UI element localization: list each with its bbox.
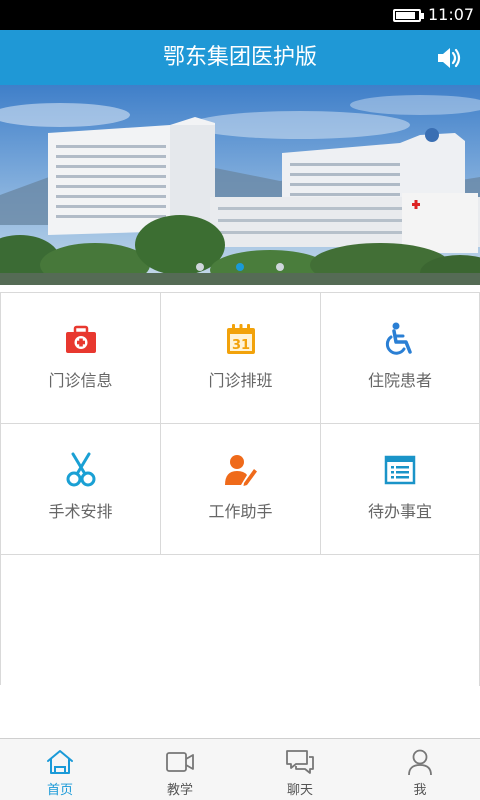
outpatient-info-tile[interactable]: 门诊信息 — [1, 293, 161, 424]
chat-icon — [286, 750, 314, 774]
video-icon — [166, 752, 194, 772]
nav-me-label: 我 — [413, 783, 427, 798]
speaker-icon[interactable] — [436, 45, 462, 71]
inpatients-label: 住院患者 — [367, 371, 432, 390]
scissors-icon — [66, 452, 95, 487]
nav-teaching[interactable]: 教学 — [120, 739, 240, 800]
battery-level — [396, 12, 415, 19]
nav-chat[interactable]: 聊天 — [240, 739, 360, 800]
hospital-banner[interactable] — [0, 85, 480, 285]
work-assistant-tile[interactable]: 工作助手 — [161, 424, 321, 555]
nav-chat-label: 聊天 — [286, 783, 313, 798]
surgery-schedule-tile[interactable]: 手术安排 — [1, 424, 161, 555]
app-header: 鄂东集团医护版 — [0, 30, 480, 85]
svg-text:31: 31 — [231, 338, 249, 353]
hospital-photo — [0, 85, 480, 285]
surgery-schedule-label: 手术安排 — [48, 502, 113, 521]
battery-icon — [393, 9, 424, 22]
nav-home[interactable]: 首页 — [0, 739, 120, 800]
first-aid-kit-icon — [65, 325, 96, 353]
outpatient-schedule-tile[interactable]: 31 门诊排班 — [161, 293, 321, 424]
bottom-nav: 首页 教学 聊天 我 — [0, 738, 480, 800]
calendar-icon: 31 — [226, 324, 255, 354]
list-icon — [384, 455, 416, 485]
nav-me[interactable]: 我 — [360, 739, 480, 800]
inpatients-tile[interactable]: 住院患者 — [321, 293, 480, 424]
grid-empty-area — [1, 555, 480, 686]
nav-home-label: 首页 — [46, 783, 73, 798]
pager-dot-2-active[interactable] — [236, 263, 244, 271]
todo-label: 待办事宜 — [367, 502, 432, 521]
person-edit-icon — [224, 455, 257, 486]
home-icon — [47, 750, 73, 774]
status-time: 11:07 — [428, 5, 475, 24]
banner-pager[interactable] — [0, 256, 480, 275]
wheelchair-icon — [385, 322, 412, 355]
person-icon — [408, 749, 432, 776]
outpatient-schedule-label: 门诊排班 — [208, 371, 273, 390]
pager-dot-1[interactable] — [196, 263, 204, 271]
page-title: 鄂东集团医护版 — [162, 45, 317, 70]
pager-dot-3[interactable] — [276, 263, 284, 271]
work-assistant-label: 工作助手 — [208, 502, 273, 521]
function-grid: 门诊信息 31 门诊排班 住院患者 手术安排 工作助手 待办事宜 — [0, 292, 480, 686]
nav-teaching-label: 教学 — [166, 783, 193, 798]
outpatient-info-label: 门诊信息 — [48, 371, 113, 390]
status-bar: 11:07 — [0, 0, 480, 30]
todo-tile[interactable]: 待办事宜 — [321, 424, 480, 555]
